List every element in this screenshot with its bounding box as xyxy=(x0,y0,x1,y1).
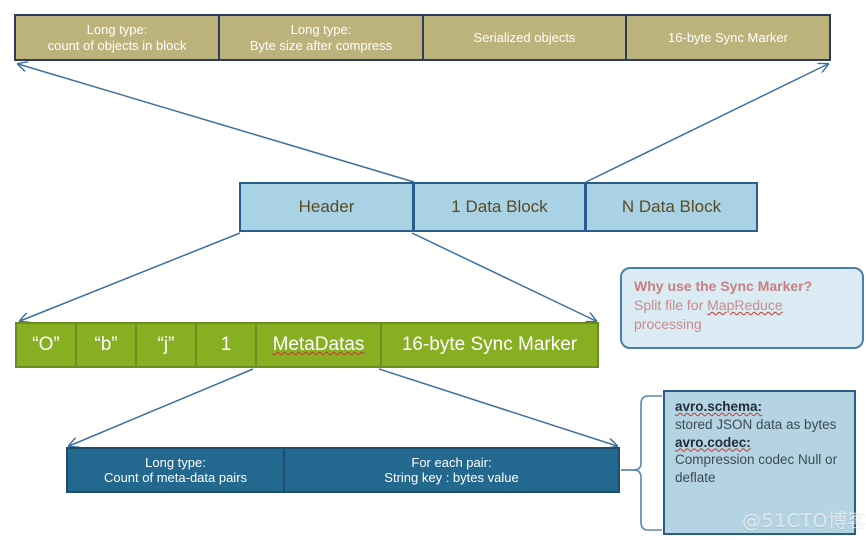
diagram-canvas: Long type: count of objects in block Lon… xyxy=(0,0,866,540)
file-cell-header: Header xyxy=(239,182,413,232)
link-header-right xyxy=(411,232,596,321)
sync-callout-answer-suffix: processing xyxy=(634,315,702,332)
header-bar: “O” “b” “j” 1 MetaDatas 16-byte Sync Mar… xyxy=(15,322,599,368)
cell-line-1: Long type: xyxy=(290,22,352,38)
header-cell-label: 1 xyxy=(220,333,232,355)
avro-value-schema: stored JSON data as bytes xyxy=(675,416,837,432)
avro-value-codec: Compression codec Null or deflate xyxy=(675,452,838,486)
avro-file-bar: Header 1 Data Block N Data Block xyxy=(239,182,865,232)
header-cell-label: MetaDatas xyxy=(272,333,365,355)
header-cell-label: “b” xyxy=(94,333,118,355)
sync-marker-callout: Why use the Sync Marker? Split file for … xyxy=(620,267,864,349)
metadata-bar: Long type: Count of meta-data pairs For … xyxy=(66,447,620,493)
file-cell-nth-data-block: N Data Block xyxy=(585,182,758,232)
data-block-cell-serialized-objects: Serialized objects xyxy=(424,16,627,59)
cell-line-1: Serialized objects xyxy=(473,29,576,45)
cell-line-2: Byte size after compress xyxy=(249,37,393,53)
header-cell-magic-b: “b” xyxy=(77,324,137,366)
cell-line-1: 16-byte Sync Marker xyxy=(668,29,788,45)
link-datablock-right xyxy=(585,64,828,183)
data-block-cell-byte-size: Long type: Byte size after compress xyxy=(220,16,424,59)
link-avro-brace-lower xyxy=(621,469,662,531)
avro-key-codec: avro.codec: xyxy=(675,434,751,450)
sync-callout-answer-prefix: Split file for xyxy=(634,296,708,313)
header-cell-version: 1 xyxy=(197,324,257,366)
cell-line-1: Long type: xyxy=(145,454,206,470)
cell-line-2: String key : bytes value xyxy=(384,470,519,485)
sync-callout-question: Why use the Sync Marker? xyxy=(634,278,813,294)
data-block-cell-sync-marker: 16-byte Sync Marker xyxy=(627,16,829,59)
link-metadata-right xyxy=(378,368,617,446)
link-datablock-left xyxy=(18,64,415,183)
header-cell-metadatas: MetaDatas xyxy=(257,324,382,366)
cell-line-2: Count of meta-data pairs xyxy=(103,470,248,485)
metadata-cell-pair-count: Long type: Count of meta-data pairs xyxy=(68,449,285,491)
file-cell-label: Header xyxy=(298,196,355,216)
header-cell-label: 16-byte Sync Marker xyxy=(401,333,578,355)
file-cell-label: 1 Data Block xyxy=(451,196,548,216)
header-cell-label: “O” xyxy=(32,333,60,355)
link-avro-brace xyxy=(621,395,662,471)
file-cell-label: N Data Block xyxy=(621,196,722,216)
header-cell-sync-marker: 16-byte Sync Marker xyxy=(382,324,597,366)
data-block-bar: Long type: count of objects in block Lon… xyxy=(14,14,831,61)
cell-line-2: count of objects in block xyxy=(47,37,187,53)
link-header-left xyxy=(20,232,241,321)
cell-line-1: Long type: xyxy=(86,22,148,38)
data-block-cell-object-count: Long type: count of objects in block xyxy=(16,16,220,59)
header-cell-magic-o: “O” xyxy=(17,324,77,366)
header-cell-label: “j” xyxy=(157,333,175,355)
sync-callout-answer: Split file for MapReduce processing xyxy=(634,296,850,334)
avro-key-schema: avro.schema: xyxy=(675,399,763,414)
file-cell-first-data-block: 1 Data Block xyxy=(413,182,585,232)
avro-properties-callout: avro.schema: stored JSON data as bytes a… xyxy=(663,390,856,535)
header-cell-magic-j: “j” xyxy=(137,324,197,366)
cell-line-1: For each pair: xyxy=(411,454,492,470)
sync-callout-answer-term: MapReduce xyxy=(707,296,783,313)
metadata-cell-pair-format: For each pair: String key : bytes value xyxy=(285,449,618,491)
link-metadata-left xyxy=(69,368,254,446)
